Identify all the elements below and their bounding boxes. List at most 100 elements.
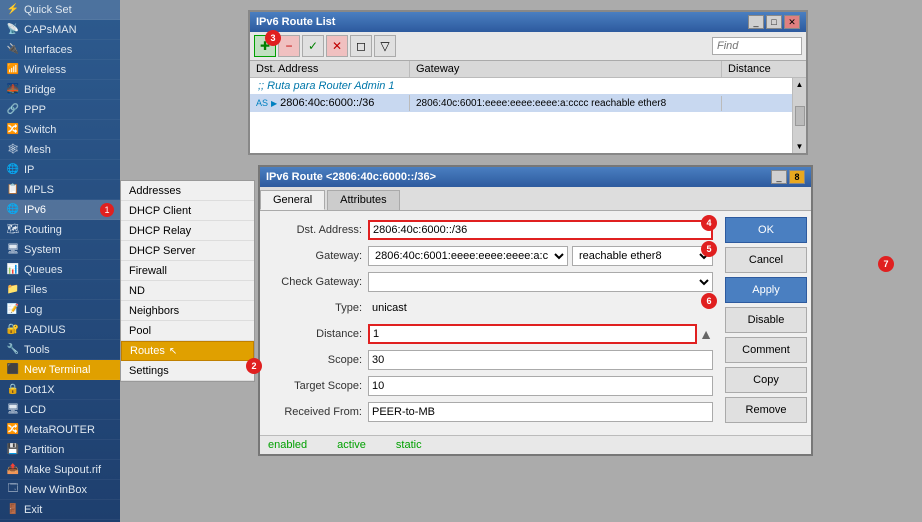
sidebar-item-dot1x[interactable]: 🔒 Dot1X [0,380,120,400]
status-active: active [337,439,366,451]
sidebar-item-routing[interactable]: 🗺 Routing [0,220,120,240]
distance-input[interactable] [368,324,697,344]
comment-button[interactable]: Comment [725,337,807,363]
dialog-buttons: OK Cancel Apply Disable Comment Copy Rem… [721,211,811,435]
submenu-routes[interactable]: Routes ↖ [121,341,254,361]
gateway-label: Gateway: [268,250,368,262]
target-scope-row: Target Scope: [268,375,713,397]
ip-icon: 🌐 [6,163,20,177]
close-button[interactable]: ✕ [784,15,800,29]
dialog-status-bar: enabled active static [260,435,811,454]
sidebar: ⚡ Quick Set 📡 CAPsMAN 🔌 Interfaces 📶 Wir… [0,0,120,522]
sidebar-item-log[interactable]: 📝 Log [0,300,120,320]
sidebar-item-switch[interactable]: 🔀 Switch [0,120,120,140]
dialog-minimize-button[interactable]: _ [771,170,787,184]
target-scope-label: Target Scope: [268,380,368,392]
route-search-input[interactable] [712,37,802,55]
scroll-thumb[interactable] [795,106,805,126]
sidebar-item-wireless[interactable]: 📶 Wireless [0,60,120,80]
sidebar-item-lcd[interactable]: 🖥 LCD [0,400,120,420]
submenu-dhcp-client[interactable]: DHCP Client [121,201,254,221]
disable-button[interactable]: Disable [725,307,807,333]
sidebar-item-interfaces[interactable]: 🔌 Interfaces [0,40,120,60]
minimize-button[interactable]: _ [748,15,764,29]
col-dist-header: Distance [722,61,792,77]
dialog-tabs: General Attributes [260,187,811,211]
files-icon: 📁 [6,283,20,297]
submenu-nd[interactable]: ND [121,281,254,301]
sidebar-item-make-supout[interactable]: 📤 Make Supout.rif [0,460,120,480]
scroll-up-arrow[interactable]: ▲ [794,78,806,91]
sidebar-item-mesh[interactable]: 🕸 Mesh [0,140,120,160]
sidebar-item-bridge[interactable]: 🌉 Bridge [0,80,120,100]
type-label: Type: [268,302,368,314]
sidebar-item-queues[interactable]: 📊 Queues [0,260,120,280]
col-gw-header: Gateway [410,61,722,77]
submenu-firewall[interactable]: Firewall [121,261,254,281]
submenu-dhcp-server[interactable]: DHCP Server [121,241,254,261]
sidebar-item-ipv6[interactable]: 🌐 IPv6 1 [0,200,120,220]
submenu-pool[interactable]: Pool [121,321,254,341]
type-value: unicast [368,302,713,314]
distance-up-arrow[interactable]: ▲ [699,326,713,342]
route-scrollbar[interactable]: ▲ ▼ [792,78,806,153]
dialog-content: Dst. Address: 4 Gateway: 2806:40c:6001:e… [260,211,811,435]
sidebar-item-new-winbox[interactable]: 🗔 New WinBox [0,480,120,500]
tab-attributes[interactable]: Attributes [327,190,399,210]
interfaces-icon: 🔌 [6,43,20,57]
sidebar-item-files[interactable]: 📁 Files [0,280,120,300]
dot1x-icon: 🔒 [6,383,20,397]
badge-3: 3 [265,30,281,46]
scroll-down-arrow[interactable]: ▼ [794,140,806,153]
dialog-maximize-button[interactable]: 8 [789,170,805,184]
sidebar-item-metarouter[interactable]: 🔀 MetaROUTER [0,420,120,440]
filter-route-button[interactable]: ▽ [374,35,396,57]
gateway-select-right[interactable]: reachable ether8 [572,246,713,266]
check-gateway-select[interactable] [368,272,713,292]
tools-icon: 🔧 [6,343,20,357]
check-gateway-row: Check Gateway: [268,271,713,293]
sidebar-item-mpls[interactable]: 📋 MPLS [0,180,120,200]
submenu-addresses[interactable]: Addresses [121,181,254,201]
route-edit-dialog: IPv6 Route <2806:40c:6000::/36> _ 8 Gene… [258,165,813,456]
partition-icon: 💾 [6,443,20,457]
as-label: AS [256,98,268,108]
sidebar-item-capsman[interactable]: 📡 CAPsMAN [0,20,120,40]
route-dist [722,101,792,105]
sidebar-item-tools[interactable]: 🔧 Tools [0,340,120,360]
tab-general[interactable]: General [260,190,325,210]
table-row[interactable]: AS ▶ 2806:40c:6000::/36 2806:40c:6001:ee… [250,94,792,112]
submenu-neighbors[interactable]: Neighbors [121,301,254,321]
sidebar-item-ip[interactable]: 🌐 IP [0,160,120,180]
restore-route-button[interactable]: ◻ [350,35,372,57]
ok-button[interactable]: OK [725,217,807,243]
apply-button[interactable]: Apply [725,277,807,303]
sidebar-item-partition[interactable]: 💾 Partition [0,440,120,460]
remove-button[interactable]: Remove [725,397,807,423]
mesh-icon: 🕸 [6,143,20,157]
sidebar-item-ppp[interactable]: 🔗 PPP [0,100,120,120]
sidebar-item-quickset[interactable]: ⚡ Quick Set [0,0,120,20]
exit-icon: 🚪 [6,503,20,517]
scope-input[interactable] [368,350,713,370]
received-from-input[interactable] [368,402,713,422]
gateway-select-left[interactable]: 2806:40c:6001:eeee:eeee:eeee:a:c [368,246,568,266]
col-dst-header: Dst. Address [250,61,410,77]
copy-button[interactable]: Copy [725,367,807,393]
sidebar-item-system[interactable]: 🖥 System [0,240,120,260]
dst-address-input[interactable] [368,220,713,240]
cancel-route-button[interactable]: ✕ [326,35,348,57]
check-route-button[interactable]: ✓ [302,35,324,57]
sidebar-item-new-terminal[interactable]: ⬛ New Terminal [0,360,120,380]
capsman-icon: 📡 [6,23,20,37]
cursor-indicator: ↖ [169,346,177,357]
submenu-dhcp-relay[interactable]: DHCP Relay [121,221,254,241]
submenu-settings[interactable]: Settings [121,361,254,381]
cancel-button[interactable]: Cancel [725,247,807,273]
remove-route-button[interactable]: − [278,35,300,57]
target-scope-input[interactable] [368,376,713,396]
route-table-body: ;; Ruta para Router Admin 1 AS ▶ 2806:40… [250,78,806,153]
maximize-button[interactable]: □ [766,15,782,29]
sidebar-item-exit[interactable]: 🚪 Exit [0,500,120,520]
sidebar-item-radius[interactable]: 🔐 RADIUS [0,320,120,340]
